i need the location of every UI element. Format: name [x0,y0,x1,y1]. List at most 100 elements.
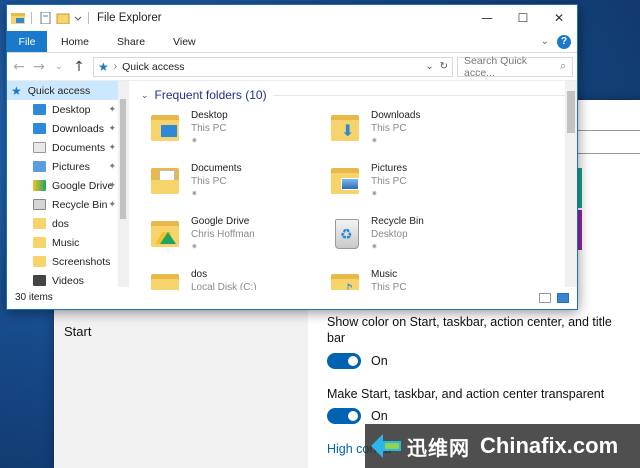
group-title: Frequent folders (10) [154,88,267,102]
folder-location: Chris Hoffman [191,229,255,240]
tab-share[interactable]: Share [103,31,159,52]
refresh-icon[interactable]: ↻ [440,61,448,72]
customize-toolbar-icon[interactable] [74,12,82,24]
folder-location: Local Disk (C:) [191,282,257,290]
new-folder-icon[interactable] [56,12,70,24]
expand-ribbon-icon[interactable]: ⌄ [541,36,549,47]
back-arrow-icon[interactable]: ← [11,59,27,75]
settings-nav-item-start[interactable]: Start [64,324,91,339]
address-actions: ⌄ ↻ [425,61,448,72]
address-dropdown-icon[interactable]: ⌄ [425,61,433,72]
recent-locations-icon[interactable]: ⌄ [51,61,67,72]
quick-access-toolbar [11,12,91,24]
item-count: 30 items [15,292,53,303]
tab-view[interactable]: View [159,31,210,52]
watermark-cn-text: 迅维网 [407,435,470,460]
sidebar-item-downloads[interactable]: Downloads ✦ [7,119,128,138]
folder-name: Music [371,269,398,280]
folder-name: Recycle Bin [371,216,424,227]
settings-search-input[interactable] [577,130,640,154]
chinafix-logo-icon [371,434,401,458]
folder-tile-documents[interactable]: Documents This PC ✷ [149,162,329,207]
sidebar-item-dos[interactable]: dos [7,214,128,233]
pin-icon: ✷ [371,136,378,145]
content-scrollbar[interactable] [565,81,577,287]
folder-tile-music[interactable]: ♪ Music This PC [329,268,509,290]
search-input[interactable]: Search Quick acce... ⌕ [457,55,573,79]
sidebar-item-label: Documents [52,141,106,154]
search-icon[interactable]: ⌕ [560,60,566,73]
transparency-toggle-state: On [371,409,388,423]
explorer-body: ★ Quick access Desktop ✦ Downloads ✦ Doc… [7,81,577,290]
folder-icon [33,256,46,267]
sidebar-item-music[interactable]: Music [7,233,128,252]
explorer-app-icon [11,13,25,24]
help-icon[interactable]: ? [557,34,571,49]
show-color-toggle[interactable] [327,353,361,369]
close-button[interactable]: ✕ [541,5,577,31]
properties-icon[interactable] [38,12,52,24]
folder-location: This PC [191,123,227,134]
sidebar-item-screenshots[interactable]: Screenshots [7,252,128,271]
folder-tile-google-drive[interactable]: Google Drive Chris Hoffman ✷ [149,215,329,260]
folder-tile-desktop[interactable]: Desktop This PC ✷ [149,109,329,154]
pin-icon: ✦ [108,199,116,209]
folder-name: Downloads [371,110,421,121]
pictures-folder-icon [329,164,363,198]
scrollbar-thumb[interactable] [567,91,575,133]
title-bar[interactable]: File Explorer — ☐ ✕ [7,5,577,31]
forward-arrow-icon[interactable]: → [31,59,47,75]
desktop-folder-icon [33,104,46,115]
frequent-folders-header[interactable]: ⌄ Frequent folders (10) [137,83,577,107]
up-arrow-icon[interactable]: ↑ [71,59,87,75]
sidebar-item-videos[interactable]: Videos [7,271,128,290]
folder-location: This PC [371,176,407,187]
sidebar-item-label: Screenshots [52,255,111,268]
large-icons-view-icon[interactable] [557,292,569,303]
sidebar-item-label: Pictures [52,160,90,173]
downloads-folder-icon [33,123,46,134]
status-bar: 30 items [7,287,577,308]
pin-icon: ✦ [108,142,116,152]
folder-icon [33,218,46,229]
folder-tile-downloads[interactable]: ⬇ Downloads This PC ✷ [329,109,509,154]
content-pane: ⌄ Frequent folders (10) Desktop This PC … [129,81,577,290]
transparency-toggle[interactable] [327,408,361,424]
sidebar-item-google-drive[interactable]: Google Drive ✦ [7,176,128,195]
sidebar-item-desktop[interactable]: Desktop ✦ [7,100,128,119]
pin-icon: ✦ [108,161,116,171]
navpane-scrollbar[interactable] [118,81,128,287]
watermark: 迅维网 Chinafix.com [365,424,640,468]
maximize-button[interactable]: ☐ [505,5,541,31]
sidebar-item-label: Quick access [27,84,91,97]
address-bar[interactable]: ★ › Quick access ⌄ ↻ [93,56,453,77]
sidebar-item-pictures[interactable]: Pictures ✦ [7,157,128,176]
pin-icon: ✷ [191,189,198,198]
scrollbar-thumb[interactable] [120,99,126,219]
pin-icon: ✦ [108,104,116,114]
folder-name: Documents [191,163,242,174]
desktop-folder-icon [149,111,183,145]
folder-name: Desktop [191,110,228,121]
sidebar-item-quick-access[interactable]: ★ Quick access [7,81,128,100]
tab-file[interactable]: File [7,31,47,52]
tab-home[interactable]: Home [47,31,103,52]
pin-icon: ✷ [191,136,198,145]
sidebar-item-label: Recycle Bin [52,198,108,211]
sidebar-item-recycle-bin[interactable]: Recycle Bin ✦ [7,195,128,214]
breadcrumb-location[interactable]: Quick access [122,61,184,73]
details-view-icon[interactable] [539,292,551,303]
music-folder-icon: ♪ [329,270,363,290]
watermark-en-text: Chinafix.com [480,433,619,458]
folder-tile-dos[interactable]: dos Local Disk (C:) [149,268,329,290]
downloads-folder-icon: ⬇ [329,111,363,145]
sidebar-item-documents[interactable]: Documents ✦ [7,138,128,157]
pin-icon: ✷ [371,242,378,251]
folder-tile-pictures[interactable]: Pictures This PC ✷ [329,162,509,207]
minimize-button[interactable]: — [469,5,505,31]
toolbar-separator [88,12,89,24]
group-divider [272,94,567,96]
folder-tile-recycle-bin[interactable]: ♻ Recycle Bin Desktop ✷ [329,215,509,260]
pictures-folder-icon [33,161,46,172]
collapse-chevron-icon[interactable]: ⌄ [141,90,149,101]
